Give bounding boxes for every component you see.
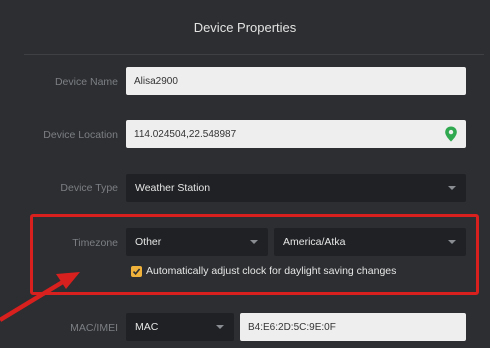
mac-imei-value: B4:E6:2D:5C:9E:0F (248, 321, 336, 333)
device-name-value: Alisa2900 (134, 75, 178, 87)
mac-type-value: MAC (135, 321, 159, 333)
device-name-label: Device Name (54, 76, 118, 88)
device-type-label: Device Type (60, 182, 118, 194)
device-type-value: Weather Station (135, 182, 211, 194)
device-location-label: Device Location (43, 129, 118, 141)
annotation-arrow-icon (0, 272, 80, 322)
dialog-header: Device Properties (0, 0, 490, 55)
chevron-down-icon (216, 325, 224, 329)
device-type-select[interactable]: Weather Station (126, 174, 466, 202)
mac-imei-input[interactable]: B4:E6:2D:5C:9E:0F (240, 313, 466, 341)
header-divider (24, 54, 484, 55)
device-name-input[interactable]: Alisa2900 (126, 67, 466, 95)
device-location-value: 114.024504,22.548987 (134, 128, 237, 140)
dialog-title: Device Properties (193, 20, 297, 35)
mac-type-select[interactable]: MAC (126, 313, 234, 341)
location-pin-icon[interactable] (444, 126, 458, 142)
chevron-down-icon (448, 186, 456, 190)
device-location-input[interactable]: 114.024504,22.548987 (126, 120, 466, 148)
